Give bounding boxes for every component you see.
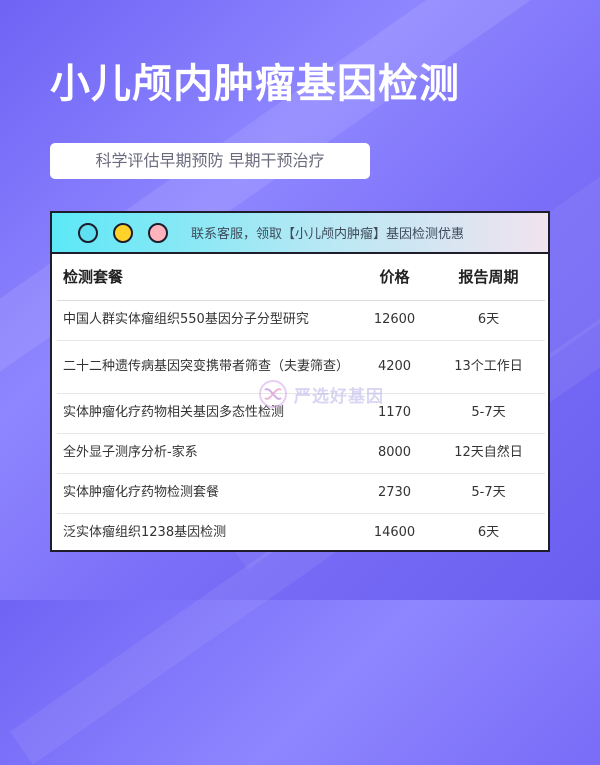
column-header-package: 检测套餐: [57, 254, 357, 301]
report-period: 13个工作日: [432, 340, 545, 394]
report-period: 6天: [432, 300, 545, 341]
contact-notice: 联系客服，领取【小儿颅内肿瘤】基因检测优惠: [191, 227, 465, 242]
window-titlebar: 联系客服，领取【小儿颅内肿瘤】基因检测优惠: [52, 213, 548, 254]
watermark-text: 严选好基因: [294, 386, 384, 407]
report-period: 12天自然日: [432, 433, 545, 474]
column-header-price: 价格: [357, 254, 432, 301]
package-price: 12600: [357, 300, 432, 341]
report-period: 5-7天: [432, 393, 545, 434]
table-row[interactable]: 中国人群实体瘤组织550基因分子分型研究 12600 6天: [57, 300, 545, 341]
report-period: 5-7天: [432, 473, 545, 514]
package-price: 2730: [357, 473, 432, 514]
package-name: 泛实体瘤组织1238基因检测: [63, 525, 227, 541]
window-dot-pink[interactable]: [148, 222, 168, 243]
subtitle-badge: 科学评估早期预防 早期干预治疗: [50, 143, 370, 179]
dna-logo-icon: [259, 380, 287, 408]
package-price: 8000: [357, 433, 432, 474]
package-name: 中国人群实体瘤组织550基因分子分型研究: [57, 300, 357, 341]
column-header-period: 报告周期: [432, 254, 545, 301]
watermark: 严选好基因: [258, 379, 384, 409]
report-period: 6天: [477, 525, 500, 541]
table-row[interactable]: 泛实体瘤组织1238基因检测 14600 6天: [57, 513, 545, 553]
table-row[interactable]: 实体肿瘤化疗药物检测套餐 2730 5-7天: [57, 473, 545, 514]
package-price: 14600: [373, 525, 416, 541]
package-name: 实体肿瘤化疗药物检测套餐: [57, 473, 357, 514]
page-title: 小儿颅内肿瘤基因检测: [50, 61, 460, 107]
package-name: 全外显子测序分析-家系: [57, 433, 357, 474]
table-header-row: 检测套餐 价格 报告周期: [57, 254, 545, 301]
window-dot-cyan[interactable]: [78, 222, 98, 243]
window-dot-yellow[interactable]: [113, 222, 133, 243]
table-row[interactable]: 全外显子测序分析-家系 8000 12天自然日: [57, 433, 545, 474]
